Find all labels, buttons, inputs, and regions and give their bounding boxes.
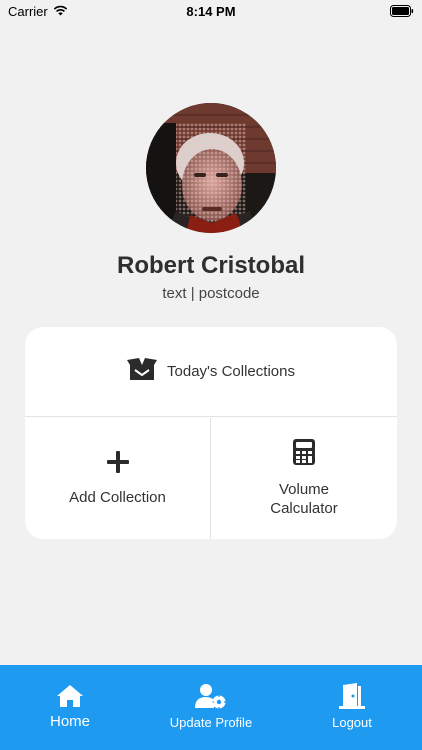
todays-collections-label: Today's Collections [167, 363, 295, 380]
status-bar: Carrier 8:14 PM [0, 0, 422, 24]
tab-bar: Home Update Profile Logout [0, 665, 422, 750]
volume-calculator-label: Volume Calculator [270, 481, 338, 517]
calculator-icon [293, 439, 315, 470]
tab-logout[interactable]: Logout [312, 665, 392, 750]
avatar[interactable] [146, 103, 276, 233]
box-icon [127, 357, 158, 386]
tab-home[interactable]: Home [30, 665, 110, 750]
battery-icon [390, 5, 414, 20]
status-time: 8:14 PM [186, 4, 236, 19]
add-collection-button[interactable]: Add Collection [25, 418, 211, 539]
tab-home-label: Home [49, 713, 90, 730]
volume-calculator-button[interactable]: Volume Calculator [211, 418, 397, 539]
tab-update-profile-label: Update Profile [169, 715, 253, 730]
user-settings-icon [195, 683, 227, 709]
todays-collections-button[interactable]: Today's Collections [25, 327, 397, 417]
add-collection-label: Add Collection [69, 488, 166, 506]
tab-logout-label: Logout [332, 715, 372, 730]
plus-icon [106, 450, 129, 478]
door-exit-icon [337, 683, 367, 709]
actions-card: Today's Collections Add Collection Volum… [25, 327, 397, 539]
profile-name: Robert Cristobal [116, 252, 305, 279]
tab-update-profile[interactable]: Update Profile [156, 665, 266, 750]
home-icon [56, 683, 84, 709]
profile-subtitle: text | postcode [162, 285, 260, 302]
